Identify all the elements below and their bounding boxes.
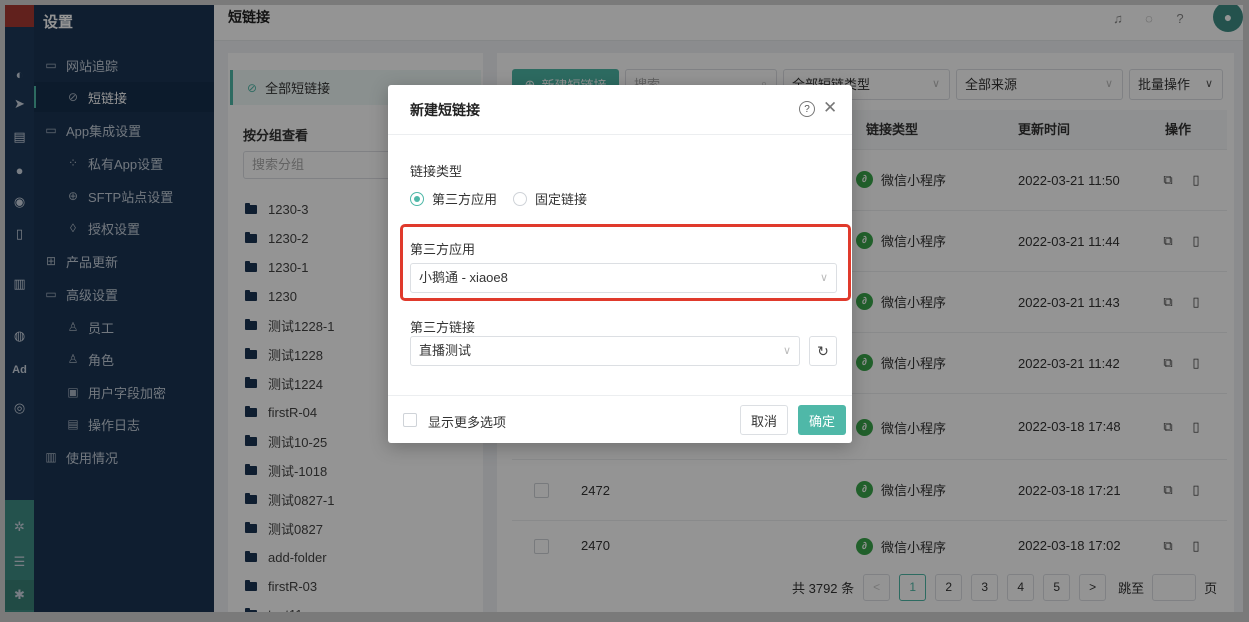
dialog-header: 新建短链接 ? ✕ — [388, 85, 852, 135]
third-party-link-select[interactable]: 直播测试 ∨ — [410, 336, 800, 366]
radio-third-party-app[interactable]: 第三方应用 — [410, 189, 497, 208]
dialog-title: 新建短链接 — [410, 102, 480, 118]
radio-label: 固定链接 — [535, 192, 588, 207]
chevron-down-icon: ∨ — [782, 345, 791, 357]
radio-fixed-link[interactable]: 固定链接 — [513, 189, 587, 208]
close-icon[interactable]: ✕ — [823, 98, 837, 118]
help-icon[interactable]: ? — [799, 101, 815, 117]
cancel-button[interactable]: 取消 — [740, 405, 788, 435]
radio-dot[interactable] — [513, 191, 527, 206]
new-short-link-dialog: 新建短链接 ? ✕ 链接类型 第三方应用 固定链接 第三方应用 小鹅通 - xi… — [388, 85, 852, 443]
app-window: ◐ ➤ ▤ ● ◉ ▯ ▥ ◍ Ad ◎ ✲ ☰ ✱ 设置 ▭ 网站追踪 ⊘ 短链接… — [5, 5, 1243, 612]
highlight-box — [400, 224, 851, 301]
third-party-link-label: 第三方链接 — [410, 320, 476, 335]
confirm-button[interactable]: 确定 — [798, 405, 846, 435]
more-options-label[interactable]: 显示更多选项 — [428, 412, 506, 431]
link-type-label: 链接类型 — [410, 164, 463, 179]
refresh-icon[interactable]: ↻ — [809, 336, 837, 366]
dialog-footer: 显示更多选项 取消 确定 — [388, 395, 852, 443]
third-party-link-value: 直播测试 — [419, 343, 472, 358]
radio-dot-checked[interactable] — [410, 191, 424, 206]
more-options-checkbox[interactable] — [403, 413, 417, 427]
radio-label: 第三方应用 — [432, 192, 498, 207]
